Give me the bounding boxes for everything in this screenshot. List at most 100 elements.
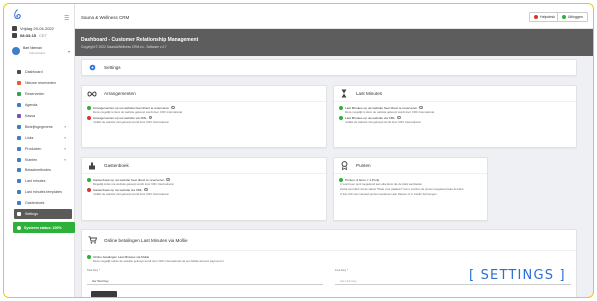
sidebar: ☰ Vrijdag 29-04-2022 08:33:15 CET Bart N… [4,4,75,297]
helpdesk-label: Helpdesk [540,15,555,19]
sidebar-item-agenda[interactable]: Agenda [4,100,74,111]
page-title: Dashboard - Customer Relationship Manage… [81,37,199,43]
sidebar-item-dashboard[interactable]: Dashboard [4,67,74,78]
calendar-icon [17,103,21,108]
sidebar-item-label: Dashboard [25,70,43,75]
clock-icon [12,33,17,38]
gear-icon [87,63,97,73]
help-icon[interactable]: ? [148,115,153,120]
helpdesk-button[interactable]: Helpdesk [529,12,560,22]
option-description: U kan zelf ook manueel punten toedienen … [340,192,437,196]
live-key-label: Live Key * [335,268,349,272]
help-icon[interactable]: ? [144,187,148,192]
sidebar-item-label: Producten [25,146,42,151]
help-icon[interactable]: ? [171,105,175,110]
chevron-down-icon: ▾ [64,157,66,162]
help-icon[interactable]: ? [397,115,401,120]
current-time: 08:33:15 [20,33,37,38]
sidebar-item-links[interactable]: Links ▾ [4,132,74,143]
live-key-underline [335,284,571,285]
avatar [12,47,20,55]
option-label: Arrangementen op uw website via XML [93,115,147,120]
option-description: middel de website niet gekoopt wordt doo… [93,120,169,124]
logout-label: Uitloggen [567,15,583,19]
option-label: Gastenboek op uw website heel direct te … [93,177,165,182]
sidebar-item-label: Last minutes [25,179,46,184]
live-key-input[interactable]: Uw Live Key [340,279,357,283]
helpdesk-icon [534,15,539,19]
sidebar-item-last-minutes-templates[interactable]: Last minutes templates [4,187,74,198]
date-display: Vrijdag 29-04-2022 [12,26,54,31]
option-description: Deze mogelijk indien de website gekoopt … [93,259,224,263]
sidebar-item-customers[interactable]: Klanten ▾ [4,154,74,165]
test-key-input[interactable]: Uw Test Key [92,279,109,283]
sidebar-item-label: Nieuwe reserveden [25,81,56,86]
infinity-icon [87,89,97,99]
links-icon [17,135,21,140]
sidebar-item-products[interactable]: Producten ▾ [4,143,74,154]
sidebar-item-last-minutes[interactable]: Last minutes [4,176,74,187]
new-reservation-icon [17,81,21,86]
option-description: middel de website niet gekoopt wordt doo… [93,192,169,196]
current-date: Vrijdag 29-04-2022 [20,26,54,31]
copyright-text: Copyright © 2022 Sauna&Wellness CRM.eu -… [81,45,167,49]
user-menu[interactable]: Bart Nieman Administrator ▾ [12,46,72,56]
sidebar-nav: Dashboard Nieuwe reserveden Reserveden A… [4,67,74,220]
option-description: middel de website niet gekoopt wordt doo… [345,120,421,124]
cross-icon [87,115,91,120]
award-icon [339,161,349,171]
sidebar-item-new-reservation[interactable]: Nieuwe reserveden [4,78,74,89]
shopping-cart-icon [87,235,97,245]
punten-title: Punten [356,163,371,168]
mollie-card: Online betalingen Last Minutes via Molli… [81,229,577,297]
payments-icon [17,168,21,173]
gastenboek-title: Gastenboek [104,163,129,168]
sidebar-item-label: Bedrijfsgegevens [25,124,53,129]
logout-button[interactable]: Uitloggen [556,12,588,22]
check-icon [87,254,91,259]
app-title: Sauna & Wellness CRM [81,15,130,20]
last-minutes-card: Last Minutes Last Minutes op uw website … [333,85,577,148]
sidebar-item-company[interactable]: Bedrijfsgegevens ▾ [4,121,74,132]
save-button[interactable] [91,291,117,297]
sidebar-item-guestbook[interactable]: Gastenboek [4,198,74,209]
option-label: Arrangementen op uw website heel direct … [93,105,170,110]
check-icon [87,105,91,110]
sidebar-item-settings[interactable]: Settings [14,208,72,220]
settings-card: Settings [81,59,577,76]
products-icon [17,146,21,151]
app-logo-icon[interactable] [13,9,22,20]
customers-icon [17,157,21,162]
guestbook-icon [17,201,21,206]
arrangementen-card: Arrangementen Arrangementen op uw websit… [81,85,327,148]
help-icon[interactable]: ? [166,177,170,182]
last-minutes-icon [17,179,21,184]
sidebar-item-label: Agenda [25,103,38,108]
hourglass-icon [339,89,349,99]
punten-card: Punten Punten (1 Euro = 1 Punt) U wordt … [333,157,488,221]
sidebar-item-label: Links [25,135,34,140]
user-role: Administrator [29,51,46,55]
check-icon [87,177,91,182]
templates-icon [17,190,21,195]
sidebar-item-label: Reserveden [25,92,45,97]
sidebar-item-label: Betaalmethodes [25,168,51,173]
cross-icon [87,187,91,192]
chevron-down-icon[interactable]: ▾ [68,49,70,54]
sidebar-item-reservations[interactable]: Reserveden [4,89,74,100]
timezone: CET [39,33,48,38]
chevron-down-icon: ▾ [64,124,66,129]
test-key-underline [87,284,323,285]
option-label: Last Minutes op uw website via XML [345,115,396,120]
reservations-icon [17,92,21,97]
topbar: Sauna & Wellness CRM Helpdesk Uitloggen [75,4,593,29]
menu-toggle-icon[interactable]: ☰ [64,15,69,22]
sidebar-item-kassa[interactable]: Kassa [4,111,74,122]
sidebar-item-label: Klanten [25,157,38,162]
test-key-label: Test Key * [87,268,101,272]
system-status-button[interactable]: Systeem status: 100% [13,222,75,233]
check-icon [339,177,343,182]
cash-register-icon [17,114,21,118]
help-icon[interactable]: ? [419,105,423,110]
sidebar-item-payments[interactable]: Betaalmethodes [4,165,74,176]
